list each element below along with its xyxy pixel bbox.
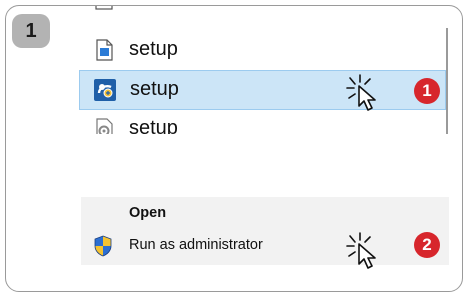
context-menu: Open Run as administrator xyxy=(81,197,449,265)
instruction-panel: 1 setup setup setup 1 Open Run as admini… xyxy=(5,5,463,292)
scroll-divider xyxy=(446,28,448,134)
document-icon xyxy=(96,39,113,61)
mouse-pointer-click-icon xyxy=(346,232,376,269)
file-name: setup xyxy=(129,117,178,134)
list-item-partial xyxy=(79,6,446,20)
list-item-setup-document[interactable]: setup xyxy=(79,31,446,71)
annotation-badge-2: 2 xyxy=(414,232,440,258)
uac-shield-icon xyxy=(94,235,112,257)
file-icon xyxy=(95,6,113,10)
menu-item-label: Run as administrator xyxy=(129,237,263,253)
list-item-setup-installer[interactable]: setup xyxy=(79,70,446,110)
annotation-badge-1: 1 xyxy=(414,78,440,104)
step-number-badge: 1 xyxy=(12,14,50,48)
setup-installer-icon xyxy=(94,79,116,101)
settings-file-icon xyxy=(96,118,113,134)
menu-item-open[interactable]: Open xyxy=(81,198,449,228)
file-explorer-list: setup setup setup xyxy=(79,6,451,134)
list-item-setup-settings[interactable]: setup xyxy=(79,110,446,134)
menu-item-label: Open xyxy=(129,205,167,221)
file-name: setup xyxy=(129,38,178,60)
menu-item-run-as-administrator[interactable]: Run as administrator xyxy=(81,230,449,260)
file-name: setup xyxy=(130,78,179,100)
mouse-pointer-click-icon xyxy=(346,74,376,111)
